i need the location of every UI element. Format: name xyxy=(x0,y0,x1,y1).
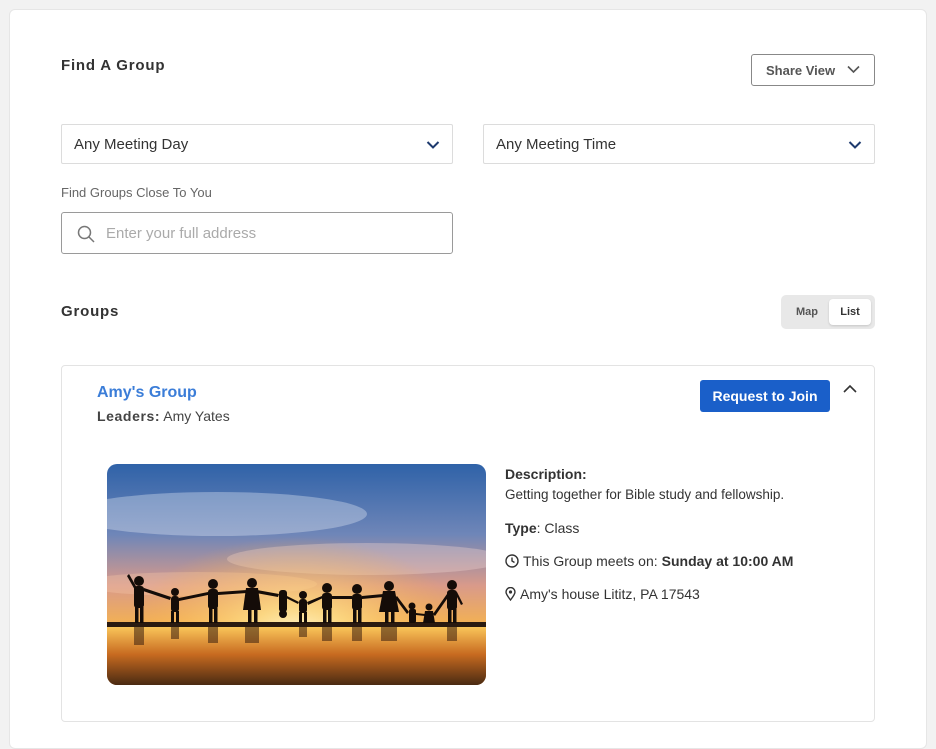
meeting-day-select[interactable]: Any Meeting Day xyxy=(61,124,453,164)
meeting-location: Amy's house Lititz, PA 17543 xyxy=(505,586,700,602)
view-toggle: Map List xyxy=(781,295,875,329)
group-leaders: Leaders: Amy Yates xyxy=(97,408,230,424)
description-label: Description: xyxy=(505,466,587,482)
meets-label: This Group meets on: xyxy=(523,553,658,569)
groups-heading: Groups xyxy=(61,303,120,320)
chevron-down-icon xyxy=(426,141,440,149)
page-title: Find A Group xyxy=(61,57,166,74)
group-photo xyxy=(107,464,486,685)
list-view-option[interactable]: List xyxy=(829,299,871,325)
group-name-link[interactable]: Amy's Group xyxy=(97,384,197,402)
address-search xyxy=(61,212,453,254)
address-input[interactable] xyxy=(106,213,446,253)
chevron-down-icon xyxy=(848,141,862,149)
group-photo-image xyxy=(107,464,486,685)
group-card: Amy's Group Leaders: Amy Yates Request t… xyxy=(61,365,875,722)
type-label: Type xyxy=(505,520,537,536)
meeting-day-value: Any Meeting Day xyxy=(74,135,189,153)
meeting-time-value: Any Meeting Time xyxy=(496,135,617,153)
leaders-label: Leaders: xyxy=(97,408,161,424)
share-view-button[interactable]: Share View xyxy=(751,54,875,86)
type-value: Class xyxy=(544,520,580,536)
address-field-label: Find Groups Close To You xyxy=(61,185,212,200)
meeting-schedule: This Group meets on: Sunday at 10:00 AM xyxy=(505,553,793,569)
chevron-up-icon[interactable] xyxy=(842,382,858,396)
share-view-label: Share View xyxy=(766,62,836,78)
meeting-time-select[interactable]: Any Meeting Time xyxy=(483,124,875,164)
map-view-option[interactable]: Map xyxy=(786,299,828,325)
location-text: Amy's house Lititz, PA 17543 xyxy=(520,586,700,602)
chevron-down-icon xyxy=(847,65,860,74)
map-pin-icon xyxy=(505,587,516,601)
group-type: Type: Class xyxy=(505,520,579,536)
search-icon xyxy=(77,225,95,243)
clock-icon xyxy=(505,554,519,568)
description-text: Getting together for Bible study and fel… xyxy=(505,487,785,502)
meets-value: Sunday at 10:00 AM xyxy=(661,553,794,569)
leaders-value: Amy Yates xyxy=(163,408,230,424)
request-to-join-button[interactable]: Request to Join xyxy=(700,380,830,412)
